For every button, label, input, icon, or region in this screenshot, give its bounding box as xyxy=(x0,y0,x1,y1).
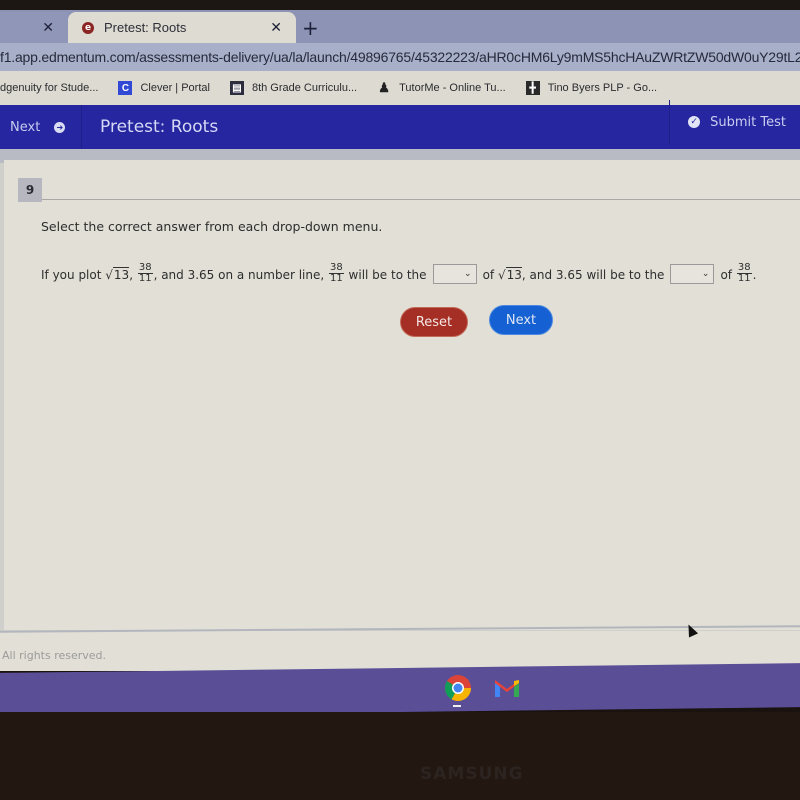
fraction-38-11: 38 11 xyxy=(137,263,153,284)
question-text-part: . xyxy=(752,268,757,282)
tab-pretest-roots[interactable]: e Pretest: Roots ✕ xyxy=(68,12,296,43)
fraction-38-11: 38 11 xyxy=(329,263,344,284)
gmail-icon[interactable] xyxy=(492,673,522,703)
monitor-brand-logo: SAMSUNG xyxy=(420,764,524,784)
question-text-part: If you plot xyxy=(41,268,106,282)
sqrt-13: √ 13 xyxy=(498,267,522,282)
new-tab-icon[interactable]: + xyxy=(302,16,319,40)
chevron-down-icon: ⌄ xyxy=(464,269,472,279)
question-instruction: Select the correct answer from each drop… xyxy=(41,219,383,234)
clever-icon: C xyxy=(118,81,133,95)
edmentum-favicon-icon: e xyxy=(82,21,94,34)
fraction-denominator: 11 xyxy=(138,273,152,284)
url-text[interactable]: f1.app.edmentum.com/assessments-delivery… xyxy=(0,49,800,65)
fraction-denominator: 11 xyxy=(330,273,343,284)
tab-title: Pretest: Roots xyxy=(104,20,187,35)
fraction-denominator: 11 xyxy=(737,273,751,284)
os-shelf xyxy=(0,663,800,717)
tab-inactive[interactable]: ✕ xyxy=(0,12,68,43)
arrow-right-circle-icon: ➜ xyxy=(54,121,66,133)
app-header: Next ➜ Pretest: Roots ✓ Submit Test xyxy=(0,100,800,149)
screen: ✕ e Pretest: Roots ✕ + f1.app.edmentum.c… xyxy=(0,0,800,800)
bookmark-label: 8th Grade Curriculu... xyxy=(251,82,358,94)
fraction-38-11: 38 11 xyxy=(736,263,752,284)
submit-test-label: Submit Test xyxy=(710,114,786,130)
tab-strip: ✕ e Pretest: Roots ✕ + xyxy=(0,10,800,43)
monitor-bezel-bottom xyxy=(0,712,800,800)
person-icon: ♟ xyxy=(378,80,390,95)
header-next-button[interactable]: Next ➜ xyxy=(0,105,82,149)
bookmark-label: Tino Byers PLP - Go... xyxy=(547,82,658,94)
bookmark-tutorme[interactable]: ♟ TutorMe - Online Tu... xyxy=(377,80,506,95)
dropdown-1[interactable]: ⌄ xyxy=(432,264,477,284)
question-text-part: , and 3.65 on a number line, xyxy=(153,268,328,282)
page-title: Pretest: Roots xyxy=(100,117,219,137)
question-text-part: of xyxy=(720,268,736,282)
monitor-bezel-top xyxy=(0,0,800,10)
question-number-row: 9 xyxy=(18,178,800,202)
check-circle-icon: ✓ xyxy=(688,116,701,128)
bookmark-label: Clever | Portal xyxy=(140,82,210,94)
chrome-icon[interactable] xyxy=(443,673,473,703)
sqrt-radicand: 13 xyxy=(505,267,522,282)
plp-icon: ╋ xyxy=(525,81,540,95)
question-text-part: , and 3.65 will be to the xyxy=(521,268,665,282)
question-text: If you plot √ 13 , 38 11 , and 3.65 on a… xyxy=(41,250,781,290)
bookmark-8th-grade-curriculum[interactable]: ▤ 8th Grade Curriculu... xyxy=(229,81,358,95)
sqrt-radicand: 13 xyxy=(112,267,130,282)
next-button[interactable]: Next xyxy=(489,305,553,335)
sqrt-symbol: √ xyxy=(497,268,506,282)
question-text-part: of xyxy=(482,268,498,282)
question-text-part: , xyxy=(129,268,137,282)
address-bar[interactable]: f1.app.edmentum.com/assessments-delivery… xyxy=(0,43,800,71)
chevron-down-icon: ⌄ xyxy=(701,269,710,279)
sqrt-13: √ 13 xyxy=(105,267,130,282)
bookmark-clever[interactable]: C Clever | Portal xyxy=(118,81,210,95)
close-icon[interactable]: ✕ xyxy=(42,20,54,36)
calendar-icon: ▤ xyxy=(229,81,244,95)
reset-button[interactable]: Reset xyxy=(400,307,468,337)
question-text-part: will be to the xyxy=(344,268,427,282)
copyright-text: All rights reserved. xyxy=(2,649,107,662)
bookmark-label: TutorMe - Online Tu... xyxy=(399,82,506,94)
bookmark-tino-byers-plp[interactable]: ╋ Tino Byers PLP - Go... xyxy=(525,81,658,95)
submit-test-button[interactable]: ✓ Submit Test xyxy=(669,100,800,144)
close-icon[interactable]: ✕ xyxy=(270,20,282,36)
question-number-badge: 9 xyxy=(18,178,42,202)
header-next-label: Next xyxy=(10,119,41,135)
sqrt-symbol: √ xyxy=(105,268,113,282)
dropdown-2[interactable]: ⌄ xyxy=(670,264,715,284)
bookmark-edgenuity[interactable]: dgenuity for Stude... xyxy=(0,82,98,94)
bookmark-label: dgenuity for Stude... xyxy=(0,82,99,94)
active-app-indicator xyxy=(453,705,461,707)
